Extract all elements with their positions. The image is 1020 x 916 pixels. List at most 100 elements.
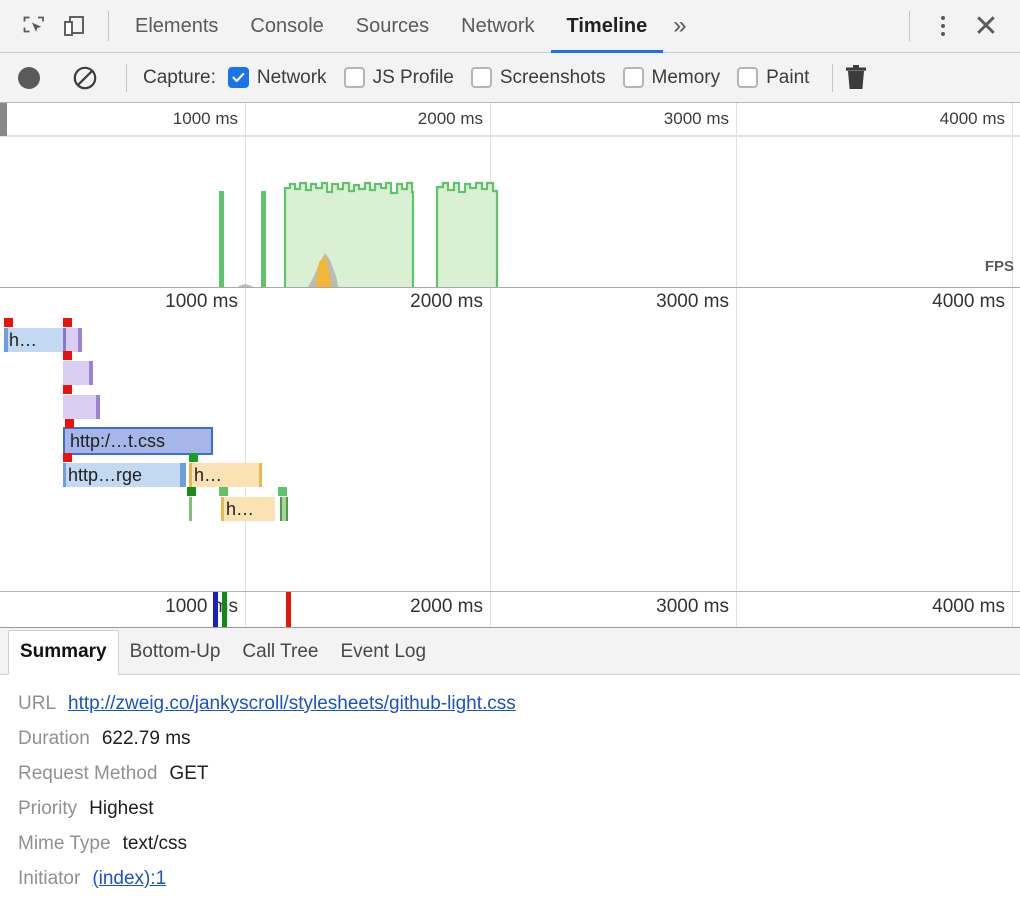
summary-key-priority: Priority: [18, 798, 77, 820]
script-bar[interactable]: [63, 361, 93, 385]
tab-elements[interactable]: Elements: [119, 0, 234, 53]
more-tabs-glyph: »: [673, 12, 686, 40]
summary-row-priority: Priority Highest: [18, 798, 1020, 820]
table-row[interactable]: [0, 357, 1020, 385]
waterfall-tick-label-4: 4000 ms: [932, 291, 1012, 313]
event-tick-bar: [189, 497, 192, 521]
collect-garbage-icon[interactable]: [845, 65, 867, 91]
overview-ruler: 1000 ms 2000 ms 3000 ms 4000 ms: [0, 103, 1020, 136]
waterfall-footer-ruler: 1000 ms 2000 ms 3000 ms 4000 ms: [0, 591, 1020, 627]
tab-network[interactable]: Network: [445, 0, 550, 53]
checkbox-memory[interactable]: Memory: [623, 67, 721, 89]
tab-console-label: Console: [250, 15, 323, 38]
checkbox-screenshots[interactable]: Screenshots: [471, 67, 606, 89]
resource-bar-label2: h…: [221, 499, 254, 520]
network-waterfall[interactable]: 1000 ms 2000 ms 3000 ms 4000 ms h…: [0, 288, 1020, 628]
close-glyph: ✕: [973, 9, 998, 44]
more-tabs-icon[interactable]: »: [663, 0, 696, 53]
close-icon[interactable]: ✕: [964, 4, 1008, 48]
tab-network-label: Network: [461, 15, 534, 38]
tab-timeline-label: Timeline: [567, 15, 648, 38]
overview-tick-label-3: 3000 ms: [664, 109, 736, 129]
overview-tick-label-4: 4000 ms: [940, 109, 1012, 129]
tab-timeline[interactable]: Timeline: [551, 0, 664, 53]
event-hatch-edge-right: [286, 497, 288, 521]
checkbox-network[interactable]: Network: [228, 67, 327, 89]
table-row[interactable]: h…: [0, 324, 1020, 352]
toolbar-icon-group: [0, 6, 119, 46]
tab-bottom-up[interactable]: Bottom-Up: [119, 631, 232, 674]
summary-row-method: Request Method GET: [18, 763, 1020, 785]
summary-key-initiator: Initiator: [18, 868, 80, 890]
kebab-dot-2: [941, 24, 945, 28]
panel-tabs: Elements Console Sources Network Timelin…: [119, 0, 697, 53]
cpu-track: [0, 253, 1020, 288]
inspect-element-icon[interactable]: [14, 6, 54, 46]
record-button[interactable]: [18, 67, 40, 89]
waterfall-rows: h…: [0, 318, 1020, 591]
checkbox-paint[interactable]: Paint: [737, 67, 809, 89]
overview-tick-label-2: 2000 ms: [418, 109, 490, 129]
request-bar[interactable]: http…rge: [63, 463, 186, 487]
summary-value-url[interactable]: http://zweig.co/jankyscroll/stylesheets/…: [68, 693, 516, 715]
finish-marker-3: [278, 487, 287, 496]
table-row[interactable]: [0, 391, 1020, 419]
footer-tick-label-2: 2000 ms: [410, 596, 490, 618]
script-bar[interactable]: [63, 395, 100, 419]
checkbox-paint-box: [737, 67, 758, 88]
checkbox-js-profile[interactable]: JS Profile: [344, 67, 454, 89]
resource-bar[interactable]: h…: [221, 497, 275, 521]
device-toolbar-icon[interactable]: [54, 6, 94, 46]
timeline-overview-pane[interactable]: 1000 ms 2000 ms 3000 ms 4000 ms: [0, 103, 1020, 288]
tab-summary[interactable]: Summary: [8, 630, 119, 675]
summary-value-priority: Highest: [89, 798, 153, 820]
table-row[interactable]: http…rge h…: [0, 459, 1020, 487]
first-paint-marker: [286, 592, 291, 628]
table-row-selected[interactable]: http:/…t.css: [0, 425, 1020, 453]
summary-value-initiator[interactable]: (index):1: [92, 868, 166, 890]
checkbox-js-profile-box: [344, 67, 365, 88]
script-bar-right-edge: [96, 395, 100, 419]
devtools-tab-bar: Elements Console Sources Network Timelin…: [0, 0, 1020, 53]
script-start-marker: [63, 318, 72, 327]
request-start-marker: [63, 453, 72, 462]
capture-divider: [126, 64, 127, 92]
request-bar[interactable]: h…: [4, 328, 64, 352]
request-start-marker: [65, 419, 74, 428]
summary-value-mime: text/css: [123, 833, 187, 855]
kebab-dot-1: [941, 16, 945, 20]
waterfall-ruler: 1000 ms 2000 ms 3000 ms 4000 ms: [0, 288, 1020, 318]
checkbox-memory-label: Memory: [652, 67, 721, 89]
tab-console[interactable]: Console: [234, 0, 339, 53]
more-options-icon[interactable]: [922, 5, 964, 47]
tab-sources-label: Sources: [356, 15, 429, 38]
script-bar-left-edge: [63, 328, 66, 352]
details-tabs: Summary Bottom-Up Call Tree Event Log: [0, 628, 1020, 675]
footer-tick-label-3: 3000 ms: [656, 596, 736, 618]
request-start-marker: [4, 318, 13, 327]
overview-window-handle[interactable]: [0, 103, 7, 136]
clear-recording-icon[interactable]: [72, 65, 98, 91]
checkbox-js-profile-label: JS Profile: [373, 67, 454, 89]
summary-row-initiator: Initiator (index):1: [18, 868, 1020, 890]
summary-key-mime: Mime Type: [18, 833, 111, 855]
finish-marker-1: [187, 487, 196, 496]
tab-elements-label: Elements: [135, 15, 218, 38]
capture-toolbar: Capture: Network JS Profile Screenshots: [0, 53, 1020, 103]
tab-sources[interactable]: Sources: [340, 0, 445, 53]
footer-tick-label-1: 1000 ms: [165, 596, 245, 618]
details-drawer: Summary Bottom-Up Call Tree Event Log UR…: [0, 628, 1020, 916]
summary-value-method: GET: [169, 763, 208, 785]
checkbox-screenshots-box: [471, 67, 492, 88]
footer-tick-label-4: 4000 ms: [932, 596, 1012, 618]
tab-call-tree[interactable]: Call Tree: [231, 631, 329, 674]
tab-call-tree-label: Call Tree: [242, 641, 318, 662]
tab-event-log[interactable]: Event Log: [329, 631, 437, 674]
resource-bar[interactable]: h…: [189, 463, 262, 487]
script-bar[interactable]: [63, 328, 82, 352]
waterfall-tick-label-3: 3000 ms: [656, 291, 736, 313]
resource-bar-right-edge: [259, 463, 262, 487]
toolbar-divider: [108, 11, 109, 41]
table-row[interactable]: h…: [0, 493, 1020, 521]
load-event-marker: [222, 592, 227, 628]
